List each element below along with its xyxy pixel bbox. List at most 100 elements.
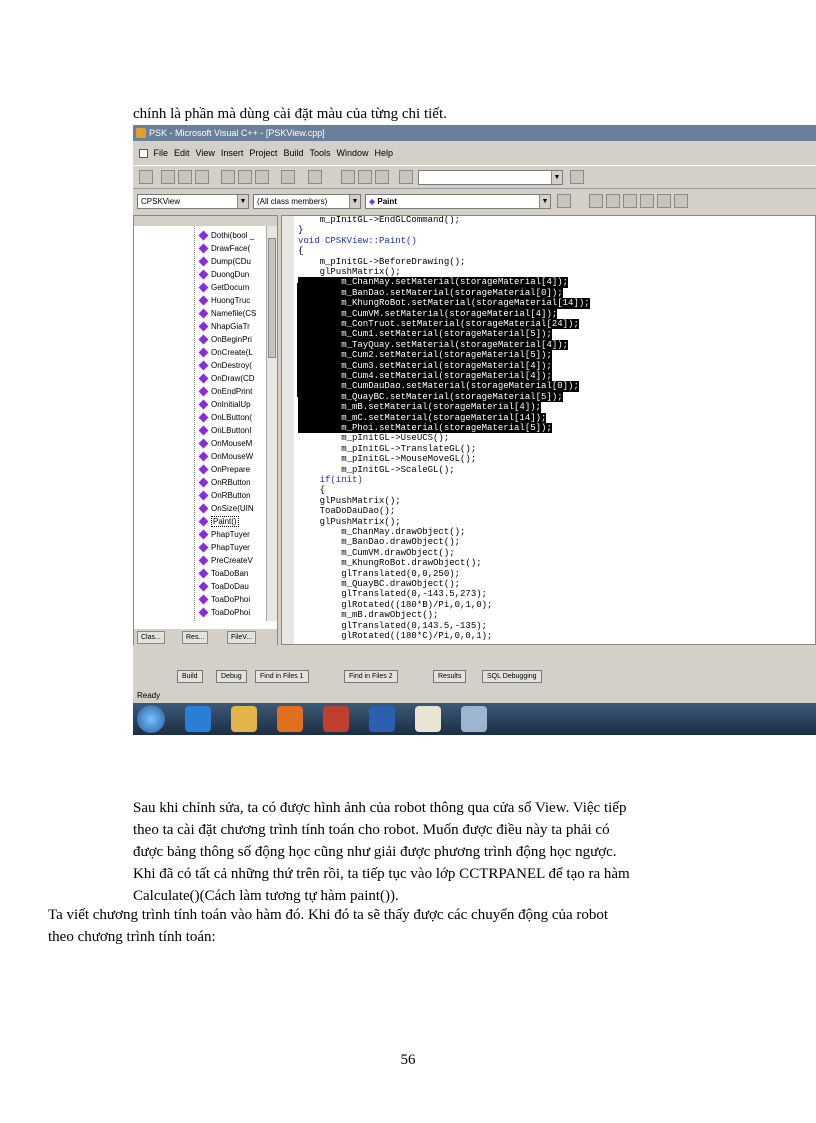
class-tree-item[interactable]: OnRButton — [198, 490, 251, 502]
class-tree-item[interactable]: Namefile(CS — [198, 308, 256, 320]
chevron-down-icon[interactable]: ▼ — [551, 171, 562, 184]
output-tab[interactable]: Debug — [216, 670, 247, 683]
class-tree-label: OnBeginPri — [211, 335, 252, 344]
class-tree-item[interactable]: ToaDoPhoi — [198, 607, 250, 619]
class-tree-item[interactable]: DuongDun — [198, 269, 249, 281]
menu-bar: File Edit View Insert Project Build Tools Windo… — [133, 143, 816, 163]
workspace-icon[interactable] — [341, 170, 355, 184]
class-tree-item[interactable]: OnPrepare — [198, 464, 250, 476]
scrollbar-thumb[interactable] — [268, 238, 276, 358]
windows-start-icon[interactable] — [137, 705, 165, 733]
code-editor[interactable]: m_pInitGL->EndGLCommand();} void CPSKView… — [281, 215, 816, 645]
class-tree-item[interactable]: OnDestroy( — [198, 360, 252, 372]
class-tree-item[interactable]: OnDraw(CD — [198, 373, 255, 385]
word-icon[interactable] — [369, 706, 395, 732]
menu-item-file[interactable]: File — [154, 148, 169, 158]
menu-item-edit[interactable]: Edit — [174, 148, 190, 158]
embedded-screenshot: PSK - Microsoft Visual C++ - [PSKView.cp… — [133, 125, 816, 735]
breakpoint-icon[interactable] — [674, 194, 688, 208]
class-tree-item[interactable]: OnCreate(L — [198, 347, 253, 359]
execute-icon[interactable] — [640, 194, 654, 208]
wizard-action-icon[interactable] — [557, 194, 571, 208]
compile-icon[interactable] — [589, 194, 603, 208]
menu-item-tools[interactable]: Tools — [309, 148, 330, 158]
open-folder-icon[interactable] — [161, 170, 175, 184]
method-combo[interactable]: ◆ Paint ▼ — [365, 194, 551, 209]
workspace-tabs: Clas... Res... FileV... — [134, 629, 277, 645]
output-tab[interactable]: Build — [177, 670, 203, 683]
class-tree-item[interactable]: ToaDoDau — [198, 581, 249, 593]
go-icon[interactable] — [657, 194, 671, 208]
chevron-down-icon[interactable]: ▼ — [539, 195, 550, 208]
class-tree-label: OnInitialUp — [211, 400, 251, 409]
class-tree-item[interactable]: Dothi(bool _ — [198, 230, 254, 242]
class-tree-item[interactable]: ToaDoBan — [198, 568, 248, 580]
class-tree-item[interactable]: OnEndPrint — [198, 386, 252, 398]
class-tree-item[interactable]: OnSize(UIN — [198, 503, 254, 515]
chevron-down-icon[interactable]: ▼ — [349, 195, 360, 208]
cut-icon[interactable] — [221, 170, 235, 184]
class-tree-item[interactable]: PreCreateV — [198, 555, 253, 567]
class-tree-item[interactable]: NhapGiaTr — [198, 321, 250, 333]
file-explorer-icon[interactable] — [231, 706, 257, 732]
paste-icon[interactable] — [255, 170, 269, 184]
find-combo[interactable]: ▼ — [418, 170, 563, 185]
class-tree-item[interactable]: Dump(CDu — [198, 256, 251, 268]
class-tree-item[interactable]: PhapTuyer — [198, 529, 250, 541]
class-tree-item[interactable]: OnBeginPri — [198, 334, 252, 346]
output-window-icon[interactable] — [358, 170, 372, 184]
menu-item-view[interactable]: View — [196, 148, 215, 158]
members-combo[interactable]: (All class members) ▼ — [253, 194, 361, 209]
menu-item-window[interactable]: Window — [336, 148, 368, 158]
window-list-icon[interactable] — [375, 170, 389, 184]
menu-item-help[interactable]: Help — [374, 148, 393, 158]
build-icon[interactable] — [606, 194, 620, 208]
class-tree-item[interactable]: OnMouseM — [198, 438, 252, 450]
save-icon[interactable] — [178, 170, 192, 184]
class-view-scrollbar[interactable] — [266, 226, 277, 621]
save-all-icon[interactable] — [195, 170, 209, 184]
internet-explorer-icon[interactable] — [185, 706, 211, 732]
output-tab[interactable]: SQL Debugging — [482, 670, 542, 683]
menu-item-project[interactable]: Project — [249, 148, 277, 158]
class-tree-item[interactable]: ToaDoPhoi — [198, 594, 250, 606]
class-tree-item[interactable]: HuongTruc — [198, 295, 250, 307]
visual-cpp-icon[interactable] — [323, 706, 349, 732]
class-tree-item[interactable]: DrawFace( — [198, 243, 250, 255]
new-file-icon[interactable] — [139, 170, 153, 184]
class-tree-item[interactable]: Paint() — [198, 516, 239, 528]
class-tree-item[interactable]: OnMouseW — [198, 451, 253, 463]
chevron-down-icon[interactable]: ▼ — [237, 195, 248, 208]
selected-code-line: m_Cum4.setMaterial(storageMaterial[4]); — [298, 371, 552, 382]
find-icon[interactable] — [570, 170, 584, 184]
member-function-icon — [198, 399, 209, 410]
class-tree-item[interactable]: GetDocum — [198, 282, 249, 294]
class-tree-item[interactable]: OnLButtonI — [198, 425, 251, 437]
output-tab[interactable]: Find in Files 2 — [344, 670, 398, 683]
class-tree-item[interactable]: PhapTuyer — [198, 542, 250, 554]
class-tree-item[interactable]: OnInitialUp — [198, 399, 251, 411]
code-line: m_pInitGL->ScaleGL(); — [298, 464, 455, 475]
class-tree-item[interactable]: OnLButton( — [198, 412, 252, 424]
output-tab[interactable]: Results — [433, 670, 467, 683]
find-in-files-icon[interactable] — [399, 170, 413, 184]
class-combo[interactable]: CPSKView ▼ — [137, 194, 249, 209]
workspace-tab[interactable]: Res... — [182, 631, 209, 644]
workspace-tab[interactable]: FileV... — [227, 631, 257, 644]
media-player-icon[interactable] — [277, 706, 303, 732]
member-function-icon — [198, 594, 209, 605]
stop-build-icon[interactable] — [623, 194, 637, 208]
undo-icon[interactable] — [281, 170, 295, 184]
paint-icon[interactable] — [461, 706, 487, 732]
code-line: m_pInitGL->BeforeDrawing(); — [298, 256, 466, 267]
code-line: m_ChanMay.drawObject(); — [298, 527, 466, 537]
output-tab[interactable]: Find in Files 1 — [255, 670, 309, 683]
menu-item-insert[interactable]: Insert — [221, 148, 244, 158]
chart-app-icon[interactable] — [415, 706, 441, 732]
redo-icon[interactable] — [308, 170, 322, 184]
copy-icon[interactable] — [238, 170, 252, 184]
class-tree-item[interactable]: OnRButton — [198, 477, 251, 489]
editor-gutter — [282, 216, 294, 644]
menu-item-build[interactable]: Build — [283, 148, 303, 158]
workspace-tab[interactable]: Clas... — [137, 631, 165, 644]
